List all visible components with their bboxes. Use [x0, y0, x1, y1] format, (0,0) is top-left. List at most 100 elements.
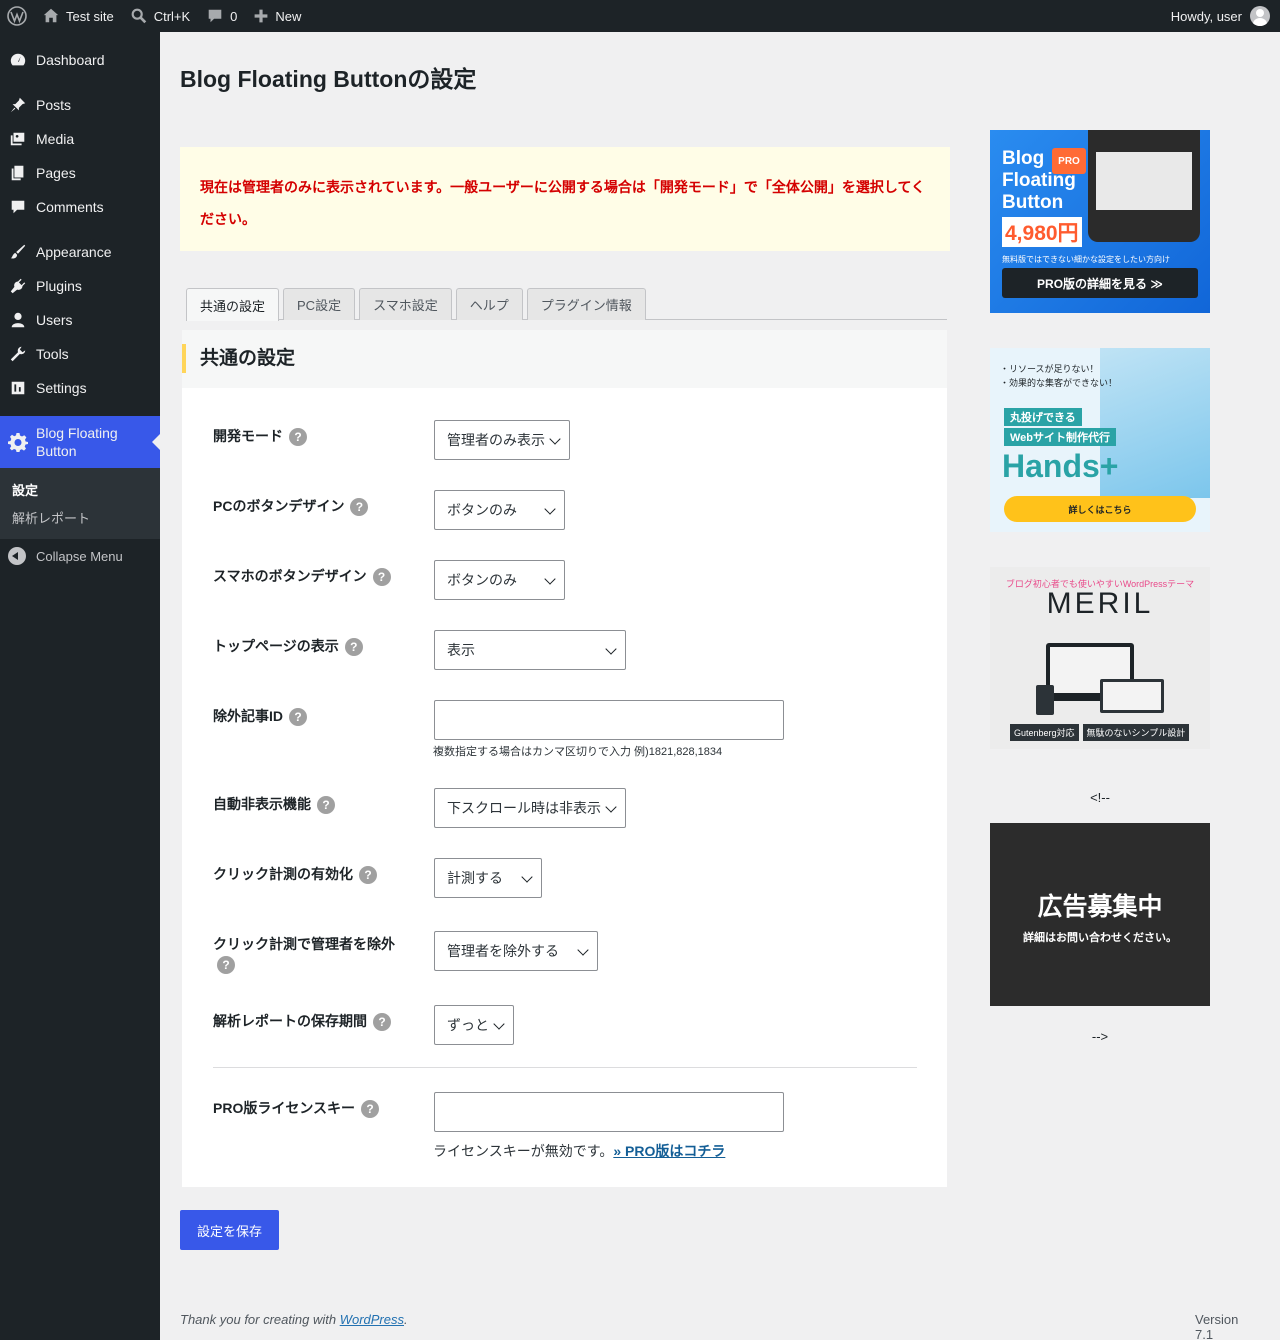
- field-label: 自動非表示機能: [213, 796, 311, 812]
- comments-link[interactable]: 0: [198, 0, 245, 32]
- sidebar-item-comments[interactable]: Comments: [0, 190, 160, 224]
- ad-subtext: 詳細はお問い合わせください。: [1023, 932, 1177, 944]
- site-name-link[interactable]: Test site: [34, 0, 122, 32]
- sidebar-item-media[interactable]: Media: [0, 122, 160, 156]
- help-icon[interactable]: ?: [373, 1013, 391, 1031]
- click-tracking-select[interactable]: 計測する: [434, 858, 542, 898]
- exclude-admin-select[interactable]: 管理者を除外する: [434, 931, 598, 971]
- tab-plugin-info[interactable]: プラグイン情報: [526, 288, 646, 320]
- select-value: ボタンのみ: [447, 572, 517, 588]
- help-icon[interactable]: ?: [317, 796, 335, 814]
- sidebar-item-blog-floating-button[interactable]: Blog Floating Button: [0, 416, 160, 468]
- select-value: 計測する: [447, 870, 503, 886]
- help-icon[interactable]: ?: [289, 428, 307, 446]
- ad-title-line: Floating: [1002, 170, 1076, 191]
- dev-mode-select[interactable]: 管理者のみ表示: [434, 420, 570, 460]
- pc-design-select[interactable]: ボタンのみ: [434, 490, 565, 530]
- ad-details-button[interactable]: 詳しくはこちら: [1004, 496, 1196, 522]
- media-icon: [8, 129, 28, 149]
- sidebar-item-label: Users: [36, 312, 73, 328]
- ad-hands-plus[interactable]: ・リソースが足りない！ ・効果的な集客ができない！ 丸投げできる Webサイト制作…: [990, 348, 1210, 532]
- chevron-down-icon: [544, 573, 556, 585]
- footer-text: Thank you for creating with: [180, 1312, 340, 1327]
- ad-pro-details-button[interactable]: PRO版の詳細を見る ≫: [1002, 268, 1198, 298]
- ad-copy-line: ・効果的な集客ができない！: [1000, 378, 1118, 388]
- help-icon[interactable]: ?: [350, 498, 369, 516]
- notice-message: 現在は管理者のみに表示されています。一般ユーザーに公開する場合は「開発モード」で…: [180, 147, 950, 251]
- exclude-ids-input[interactable]: [434, 700, 784, 740]
- pages-icon: [8, 163, 28, 183]
- help-icon[interactable]: ?: [344, 638, 363, 656]
- sidebar-item-dashboard[interactable]: Dashboard: [0, 43, 160, 77]
- sidebar-item-tools[interactable]: Tools: [0, 337, 160, 371]
- sidebar-item-label: Settings: [36, 380, 87, 396]
- submenu-item-settings[interactable]: 設定: [0, 475, 160, 503]
- ad-space-available[interactable]: 広告募集中 詳細はお問い合わせください。: [990, 823, 1210, 1006]
- account-menu[interactable]: Howdy, user: [1163, 0, 1280, 32]
- command-palette-button[interactable]: Ctrl+K: [122, 0, 198, 32]
- html-comment-open: <!--: [1090, 790, 1110, 805]
- auto-hide-select[interactable]: 下スクロール時は非表示: [434, 788, 626, 828]
- sidebar-item-label: Blog Floating Button: [36, 425, 118, 459]
- admin-sidebar: Dashboard Posts Media Pages Comments App…: [0, 32, 160, 1340]
- divider: [213, 1067, 917, 1068]
- sidebar-item-plugins[interactable]: Plugins: [0, 269, 160, 303]
- save-settings-button[interactable]: 設定を保存: [180, 1210, 279, 1250]
- new-content-button[interactable]: New: [245, 0, 309, 32]
- sidebar-item-appearance[interactable]: Appearance: [0, 235, 160, 269]
- wordpress-link[interactable]: WordPress: [340, 1312, 404, 1327]
- tab-smartphone[interactable]: スマホ設定: [359, 288, 452, 320]
- ad-tag: Webサイト制作代行: [1004, 428, 1117, 446]
- help-icon[interactable]: ?: [359, 866, 377, 884]
- top-page-select[interactable]: 表示: [434, 630, 626, 670]
- section-title: 共通の設定: [182, 344, 295, 373]
- sidebar-item-users[interactable]: Users: [0, 303, 160, 337]
- help-icon[interactable]: ?: [361, 1100, 380, 1118]
- help-icon[interactable]: ?: [217, 956, 235, 974]
- ad-pro-banner[interactable]: Blog PRO Floating Button 4,980円 無料版ではできな…: [990, 130, 1210, 313]
- sidebar-item-pages[interactable]: Pages: [0, 156, 160, 190]
- tab-bar: 共通の設定 PC設定 スマホ設定 ヘルプ プラグイン情報: [186, 288, 947, 321]
- field-label: 解析レポートの保存期間: [213, 1013, 367, 1029]
- user-icon: [8, 310, 28, 330]
- pin-icon: [8, 95, 28, 115]
- brush-icon: [8, 242, 28, 262]
- field-label: クリック計測で管理者を除外: [213, 936, 395, 952]
- sidebar-item-label: Comments: [36, 199, 104, 215]
- ad-brand: Hands+: [1002, 448, 1119, 484]
- sidebar-item-label: Posts: [36, 97, 72, 113]
- collapse-menu-button[interactable]: Collapse Menu: [0, 539, 160, 573]
- collapse-label: Collapse Menu: [36, 548, 123, 564]
- field-label: クリック計測の有効化: [213, 866, 353, 882]
- ad-brand: MERIL: [1046, 587, 1154, 620]
- help-icon[interactable]: ?: [372, 568, 391, 586]
- plus-icon: [255, 9, 268, 23]
- dashboard-icon: [8, 50, 28, 70]
- submenu-item-report[interactable]: 解析レポート: [0, 503, 160, 531]
- gear-icon: [8, 432, 28, 452]
- ad-meril[interactable]: ブログ初心者でも使いやすいWordPressテーマ MERIL Gutenber…: [990, 567, 1210, 749]
- sp-design-select[interactable]: ボタンのみ: [434, 560, 565, 600]
- sidebar-item-settings[interactable]: Settings: [0, 371, 160, 405]
- select-value: ずっと: [447, 1017, 489, 1033]
- html-comment-close: -->: [1091, 1029, 1109, 1044]
- sidebar-item-posts[interactable]: Posts: [0, 88, 160, 122]
- report-period-select[interactable]: ずっと: [434, 1005, 514, 1045]
- sidebar-item-label: Media: [36, 131, 75, 147]
- pro-version-link[interactable]: » PRO版はコチラ: [613, 1143, 725, 1159]
- tab-pc[interactable]: PC設定: [283, 288, 356, 320]
- page-title: Blog Floating Buttonの設定: [180, 66, 477, 92]
- search-icon: [131, 8, 146, 24]
- help-icon[interactable]: ?: [289, 708, 307, 726]
- ad-chip: Gutenberg対応: [1010, 724, 1079, 741]
- sidebar-item-label: Plugins: [36, 278, 82, 294]
- license-key-input[interactable]: [434, 1092, 784, 1132]
- tab-common[interactable]: 共通の設定: [186, 288, 280, 321]
- ad-price: 4,980円: [1002, 217, 1082, 247]
- footer-thanks: Thank you for creating with WordPress.: [180, 1312, 408, 1327]
- chevron-down-icon: [549, 433, 561, 445]
- select-value: ボタンのみ: [447, 502, 517, 518]
- wordpress-logo-icon[interactable]: [0, 0, 34, 32]
- tab-help[interactable]: ヘルプ: [455, 288, 523, 320]
- submenu: 設定 解析レポート: [0, 468, 160, 539]
